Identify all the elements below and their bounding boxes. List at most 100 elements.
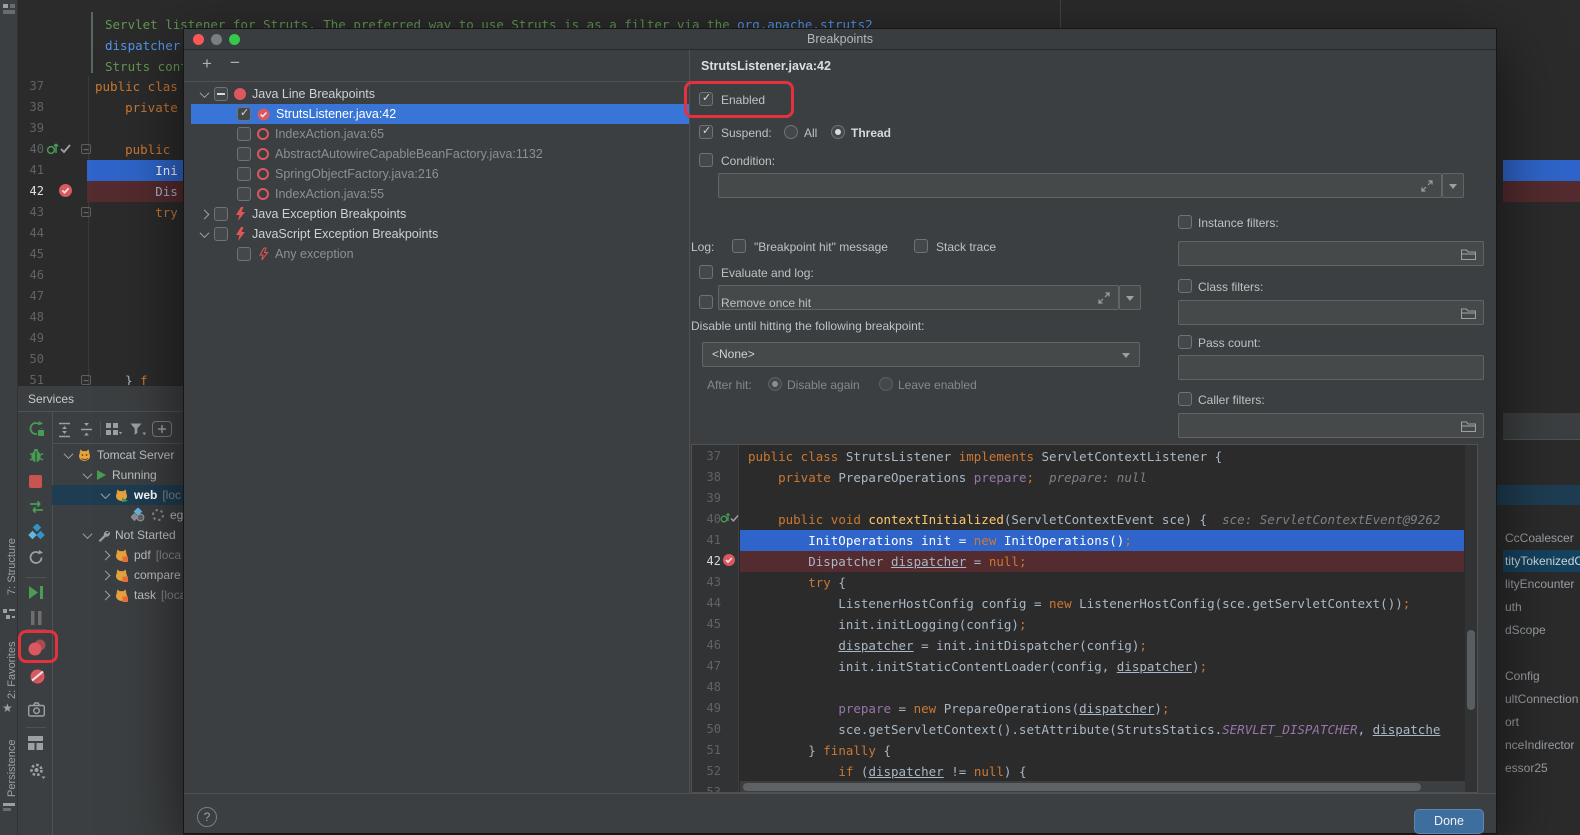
expand-all-icon[interactable] [57, 422, 72, 438]
list-item[interactable]: ultConnection [1505, 688, 1580, 710]
tree-row-any-exception[interactable]: Any exception [191, 244, 689, 264]
fold-marker[interactable]: – [81, 144, 91, 154]
breakpoint-checkbox[interactable] [237, 107, 251, 121]
chevron-right-icon[interactable] [101, 590, 111, 600]
pass-count-checkbox[interactable] [1178, 335, 1192, 349]
caller-filters-checkbox[interactable] [1178, 392, 1192, 406]
structure-icon[interactable] [3, 608, 15, 620]
chevron-down-icon[interactable] [200, 228, 210, 238]
layout-icon[interactable] [28, 736, 44, 751]
chevron-down-icon[interactable] [64, 449, 74, 459]
preview-vscrollbar[interactable] [1465, 445, 1477, 792]
folder-icon[interactable] [1461, 308, 1476, 319]
list-item[interactable]: dScope [1505, 619, 1580, 641]
rerun-icon[interactable] [28, 420, 45, 437]
remove-breakpoint-button[interactable]: − [226, 55, 244, 73]
instance-filters-checkbox[interactable] [1178, 215, 1192, 229]
persistence-icon[interactable] [3, 801, 15, 813]
breakpoint-checkbox[interactable] [237, 187, 251, 201]
add-breakpoint-button[interactable]: + [198, 55, 216, 73]
tree-group-javascript-exception[interactable]: JavaScript Exception Breakpoints [191, 224, 689, 244]
done-button[interactable]: Done [1414, 809, 1484, 834]
breakpoint-checkbox[interactable] [237, 247, 251, 261]
favorites-star-icon[interactable]: ★ [2, 701, 16, 715]
dialog-titlebar[interactable]: Breakpoints [184, 29, 1496, 50]
vscrollbar-thumb[interactable] [1467, 630, 1475, 710]
hscrollbar-thumb[interactable] [743, 783, 1421, 791]
chevron-down-icon[interactable] [83, 529, 93, 539]
list-item[interactable]: ort [1505, 711, 1580, 733]
overridden-method-icon[interactable] [46, 141, 59, 156]
chevron-down-icon[interactable] [200, 88, 210, 98]
group-checkbox[interactable] [214, 207, 228, 221]
suspend-thread-radio[interactable] [831, 125, 845, 139]
evaluate-log-checkbox[interactable] [699, 265, 713, 279]
settings-gear-icon[interactable] [28, 762, 47, 780]
resume-icon[interactable] [28, 585, 45, 600]
list-item[interactable]: nceIndirector [1505, 734, 1580, 756]
group-checkbox[interactable] [214, 227, 228, 241]
add-service-button[interactable] [152, 421, 172, 437]
instance-filters-input[interactable] [1178, 241, 1484, 266]
list-item[interactable]: essor25 [1505, 757, 1580, 779]
collapse-all-icon[interactable] [79, 422, 94, 438]
class-filters-checkbox[interactable] [1178, 279, 1192, 293]
tool-window-icon[interactable] [3, 4, 15, 14]
restart-server-icon[interactable] [28, 499, 45, 515]
test-passed-check-icon[interactable] [60, 144, 71, 154]
folder-icon[interactable] [1461, 249, 1476, 260]
group-checkbox[interactable] [214, 87, 228, 101]
pause-icon[interactable] [30, 611, 43, 625]
tree-row-abstractautowire[interactable]: AbstractAutowireCapableBeanFactory.java:… [191, 144, 689, 164]
stripe-structure-button[interactable]: 7: Structure [0, 527, 18, 607]
evaluate-history-dropdown[interactable] [1119, 285, 1141, 310]
code-preview[interactable]: 37public class StrutsListener implements… [691, 444, 1478, 793]
fold-marker[interactable]: – [81, 207, 91, 217]
group-by-icon[interactable] [106, 423, 122, 437]
stop-icon[interactable] [29, 475, 42, 488]
help-button[interactable]: ? [197, 807, 217, 827]
pass-count-input[interactable] [1178, 355, 1484, 380]
stack-trace-checkbox[interactable] [914, 239, 928, 253]
suspend-all-radio[interactable] [784, 125, 798, 139]
breakpoint-checkbox[interactable] [237, 127, 251, 141]
chevron-right-icon[interactable] [200, 209, 210, 219]
stripe-persistence-button[interactable]: Persistence [0, 737, 18, 799]
enabled-checkbox[interactable] [699, 92, 713, 106]
test-passed-check-icon[interactable] [730, 514, 739, 523]
caller-filters-input[interactable] [1178, 413, 1484, 438]
preview-hscrollbar[interactable] [740, 781, 1465, 793]
tree-row-strutslistener-selected[interactable]: StrutsListener.java:42 [191, 104, 689, 124]
chevron-down-icon[interactable] [101, 489, 111, 499]
chevron-right-icon[interactable] [101, 570, 111, 580]
camera-icon[interactable] [28, 702, 45, 717]
list-item[interactable]: Config [1505, 665, 1580, 687]
stripe-favorites-button[interactable]: 2: Favorites [0, 640, 18, 700]
expand-field-icon[interactable] [1098, 292, 1110, 304]
leave-enabled-radio[interactable] [879, 377, 893, 391]
expand-field-icon[interactable] [1421, 180, 1433, 192]
tree-group-java-line-breakpoints[interactable]: Java Line Breakpoints [191, 84, 689, 104]
chevron-right-icon[interactable] [101, 550, 111, 560]
condition-history-dropdown[interactable] [1442, 173, 1464, 198]
mute-breakpoints-icon[interactable] [29, 668, 46, 685]
tree-row-indexaction-55[interactable]: IndexAction.java:55 [191, 184, 689, 204]
tree-group-java-exception[interactable]: Java Exception Breakpoints [191, 204, 689, 224]
breakpoint-checkbox[interactable] [237, 147, 251, 161]
class-filters-input[interactable] [1178, 300, 1484, 325]
condition-checkbox[interactable] [699, 153, 713, 167]
disable-until-combo[interactable]: <None> [702, 342, 1140, 367]
remove-once-checkbox[interactable] [699, 295, 713, 309]
debug-icon[interactable] [28, 447, 45, 464]
deploy-icon[interactable] [28, 524, 45, 541]
chevron-down-icon[interactable] [83, 469, 93, 479]
tree-row-springobjectfactory[interactable]: SpringObjectFactory.java:216 [191, 164, 689, 184]
refresh-icon[interactable] [28, 549, 45, 566]
fold-marker[interactable]: – [81, 375, 91, 385]
overridden-method-icon[interactable] [720, 511, 730, 524]
log-message-checkbox[interactable] [732, 239, 746, 253]
suspend-checkbox[interactable] [699, 125, 713, 139]
breakpoint-verified-icon[interactable] [58, 183, 73, 198]
breakpoint-checkbox[interactable] [237, 167, 251, 181]
filter-icon[interactable] [130, 423, 146, 437]
